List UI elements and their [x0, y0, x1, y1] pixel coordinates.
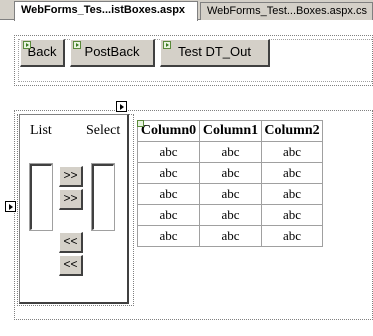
grid-cell: abc: [261, 141, 323, 163]
grid-cell: abc: [137, 162, 200, 184]
grid-cell: abc: [137, 141, 200, 163]
tab-aspx-cs[interactable]: WebForms_Test...Boxes.aspx.cs: [200, 2, 373, 20]
list-listbox[interactable]: [29, 163, 53, 231]
select-listbox[interactable]: [91, 163, 115, 231]
table-row: abc abc abc: [137, 141, 323, 163]
postback-button[interactable]: PostBack: [70, 39, 155, 67]
grid-cell: abc: [261, 225, 323, 247]
table-row: abc abc abc: [137, 204, 323, 226]
postback-button-label: PostBack: [84, 44, 140, 59]
move-left-button[interactable]: <<: [59, 232, 83, 253]
back-button[interactable]: Back: [20, 39, 65, 67]
grid-header-row: Column0 Column1 Column2: [137, 120, 323, 142]
data-grid[interactable]: Column0 Column1 Column2 abc abc abc abc …: [137, 120, 323, 247]
grid-header-cell: Column0: [137, 120, 200, 142]
grid-cell: abc: [261, 183, 323, 205]
test-dt-out-button-label: Test DT_Out: [178, 44, 251, 59]
grid-control-icon: [137, 120, 144, 127]
table-row: abc abc abc: [137, 225, 323, 247]
table-row: abc abc abc: [137, 183, 323, 205]
grid-cell: abc: [199, 204, 262, 226]
server-control-icon: [163, 41, 171, 49]
grid-header-cell: Column1: [199, 120, 262, 142]
grid-header-cell: Column2: [261, 120, 323, 142]
grid-cell: abc: [137, 183, 200, 205]
grid-cell: abc: [199, 141, 262, 163]
server-control-icon: [23, 41, 31, 49]
panel-select-handle-icon[interactable]: [116, 101, 127, 112]
grid-cell: abc: [261, 162, 323, 184]
select-label: Select: [86, 123, 121, 138]
move-all-right-button[interactable]: >>: [59, 189, 83, 210]
back-button-label: Back: [27, 44, 57, 59]
list-label: List: [30, 123, 52, 138]
tab-aspx[interactable]: WebForms_Tes...istBoxes.aspx: [14, 1, 198, 21]
grid-cell: abc: [261, 204, 323, 226]
test-dt-out-button[interactable]: Test DT_Out: [160, 39, 270, 67]
design-surface: Back PostBack Test DT_Out List Select >>…: [0, 21, 373, 336]
grid-cell: abc: [199, 225, 262, 247]
table-row: abc abc abc: [137, 162, 323, 184]
server-control-icon: [73, 41, 81, 49]
table-select-handle-icon[interactable]: [5, 201, 16, 212]
document-tab-strip: WebForms_Tes...istBoxes.aspx WebForms_Te…: [0, 0, 373, 21]
grid-cell: abc: [199, 162, 262, 184]
listbox-panel: List Select >> >> << <<: [19, 114, 129, 304]
grid-cell: abc: [137, 225, 200, 247]
grid-cell: abc: [137, 204, 200, 226]
move-all-left-button[interactable]: <<: [59, 255, 83, 276]
grid-cell: abc: [199, 183, 262, 205]
move-right-button[interactable]: >>: [59, 166, 83, 187]
